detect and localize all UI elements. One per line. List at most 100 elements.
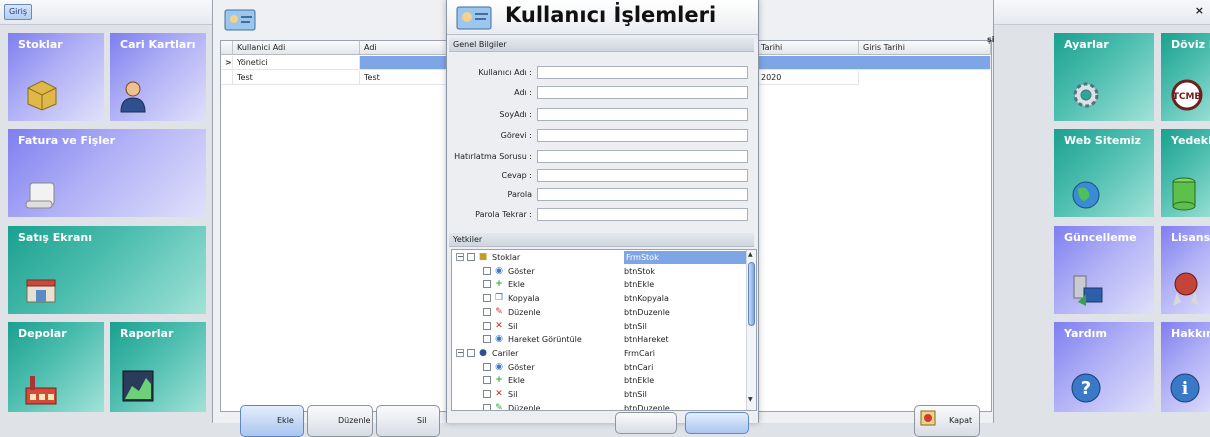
svg-text:?: ? xyxy=(1081,378,1091,399)
tile-guncelleme[interactable]: Güncelleme xyxy=(1054,226,1154,314)
reminder-question-field[interactable] xyxy=(537,150,748,163)
tile-hakkimizda[interactable]: Hakkımızd i xyxy=(1161,322,1210,412)
tile-ayarlar[interactable]: Ayarlar xyxy=(1054,33,1154,121)
tile-raporlar[interactable]: Raporlar xyxy=(110,322,206,412)
column-header[interactable]: Giris Tarihi xyxy=(859,41,991,55)
plus-icon: + xyxy=(495,375,503,386)
tile-label: Hakkımızd xyxy=(1171,327,1210,340)
tree-node-cariler[interactable]: − ● Cariler FrmCari xyxy=(452,347,744,361)
tree-node[interactable]: + Ekle btnEkle xyxy=(452,278,744,292)
tree-node[interactable]: ◉ Hareket Görüntüle btnHareket xyxy=(452,333,744,347)
name-field[interactable] xyxy=(537,86,748,99)
column-header[interactable]: Tarihi xyxy=(757,41,859,55)
tile-label: Lisans Bilg xyxy=(1171,231,1210,244)
tile-cari-kartlari[interactable]: Cari Kartları xyxy=(110,33,206,121)
tile-label: Raporlar xyxy=(120,327,174,340)
tile-label: Güncelleme xyxy=(1064,231,1137,244)
tree-node-label: Hareket Görüntüle xyxy=(508,335,582,345)
checkbox[interactable] xyxy=(483,335,491,344)
tile-web-sitemiz[interactable]: Web Sitemiz xyxy=(1054,129,1154,217)
checkbox[interactable] xyxy=(483,280,491,289)
certificate-icon xyxy=(1173,272,1199,306)
tile-doviz-kurlari[interactable]: Döviz Kurl TCMB xyxy=(1161,33,1210,121)
close-icon[interactable]: × xyxy=(1195,4,1204,17)
checkbox[interactable] xyxy=(483,403,491,410)
tree-node[interactable]: ❐ Kopyala btnKopyala xyxy=(452,292,744,306)
shop-icon xyxy=(26,279,56,303)
cell-username[interactable]: Test xyxy=(233,71,360,85)
scrollbar-thumb[interactable] xyxy=(748,262,755,326)
column-header[interactable]: Kullanici Adi xyxy=(233,41,360,55)
tile-lisans-bilgileri[interactable]: Lisans Bilg xyxy=(1161,226,1210,314)
username-field[interactable] xyxy=(537,66,748,79)
surname-field[interactable] xyxy=(537,108,748,121)
cell-date[interactable]: 2020 xyxy=(757,71,859,85)
tile-label: Ayarlar xyxy=(1064,38,1109,51)
checkbox[interactable] xyxy=(483,294,491,303)
tree-scrollbar[interactable]: ▲ ▼ xyxy=(746,250,756,410)
dialog-cancel-button[interactable] xyxy=(685,412,749,434)
checkbox[interactable] xyxy=(483,266,491,275)
row-marker: > xyxy=(221,56,233,70)
tree-node[interactable]: ✎ Düzenle btnDuzenle xyxy=(452,402,744,410)
giris-tab[interactable]: Giriş xyxy=(4,4,32,20)
role-field[interactable] xyxy=(537,129,748,142)
tree-node-stoklar[interactable]: − ■ Stoklar FrmStok xyxy=(452,251,746,265)
column-header[interactable]: Adi xyxy=(360,41,447,55)
box-icon xyxy=(27,80,57,111)
scroll-up-icon[interactable]: ▲ xyxy=(748,251,753,258)
checkbox[interactable] xyxy=(467,348,475,357)
button-label: Sil xyxy=(417,416,427,425)
cell-username[interactable]: Yönetici xyxy=(233,56,360,70)
tree-node[interactable]: ◉ Göster btnStok xyxy=(452,265,744,279)
tile-satis-ekrani[interactable]: Satış Ekranı xyxy=(8,226,206,314)
tree-node-label: Düzenle xyxy=(508,307,541,317)
tree-node[interactable]: ✕ Sil btnSil xyxy=(452,388,744,402)
tile-yardim[interactable]: Yardım ? xyxy=(1054,322,1154,412)
tree-node-label: Sil xyxy=(508,321,518,331)
user-operations-dialog: Kullanıcı İşlemleri Genel Bilgiler Kulla… xyxy=(446,0,759,434)
collapse-icon[interactable]: − xyxy=(456,348,464,357)
checkbox[interactable] xyxy=(483,307,491,316)
section-general-info: Genel Bilgiler xyxy=(449,38,754,52)
permissions-tree[interactable]: − ■ Stoklar FrmStok ◉ Göster btnStok + E… xyxy=(451,249,757,411)
view-icon: ◉ xyxy=(495,334,503,345)
tile-depolar[interactable]: Depolar xyxy=(8,322,104,412)
scroll-down-icon[interactable]: ▼ xyxy=(748,396,753,403)
tile-stoklar[interactable]: Stoklar xyxy=(8,33,104,121)
tile-label: Web Sitemiz xyxy=(1064,134,1141,147)
dialog-save-button[interactable] xyxy=(615,412,677,434)
tile-yedekleme[interactable]: Yedeklem xyxy=(1161,129,1210,217)
info-icon: i xyxy=(1170,373,1200,403)
delete-icon: ✕ xyxy=(495,389,503,399)
checkbox[interactable] xyxy=(483,362,491,371)
kapat-button[interactable]: Kapat xyxy=(914,405,980,437)
tree-node-code: FrmStok xyxy=(624,251,746,264)
collapse-icon[interactable]: − xyxy=(456,253,464,261)
cell-date[interactable] xyxy=(757,56,991,70)
tree-node[interactable]: ✕ Sil btnSil xyxy=(452,320,744,334)
duzenle-button[interactable]: Düzenle xyxy=(307,405,373,437)
answer-field[interactable] xyxy=(537,169,748,182)
tile-label: Döviz Kurl xyxy=(1171,38,1210,51)
checkbox[interactable] xyxy=(483,376,491,385)
box-icon: ■ xyxy=(478,252,488,262)
checkbox[interactable] xyxy=(467,253,475,261)
sil-button[interactable]: Sil xyxy=(376,405,440,437)
tree-node[interactable]: ◉ Göster btnCari xyxy=(452,361,744,375)
tree-node-label: Cariler xyxy=(492,348,519,358)
row-marker-empty xyxy=(221,71,233,85)
tree-node[interactable]: ✎ Düzenle btnDuzenle xyxy=(452,306,744,320)
tile-fatura-fisler[interactable]: Fatura ve Fişler xyxy=(8,129,206,217)
ekle-button[interactable]: Ekle xyxy=(240,405,304,437)
checkbox[interactable] xyxy=(483,390,491,398)
cell-name[interactable] xyxy=(360,56,447,70)
user-card-icon xyxy=(456,6,492,30)
tree-node[interactable]: + Ekle btnEkle xyxy=(452,374,744,388)
password-repeat-field[interactable] xyxy=(537,208,748,221)
checkbox[interactable] xyxy=(483,321,491,330)
column-header-fragment: şi xyxy=(987,35,995,44)
password-field[interactable] xyxy=(537,188,748,201)
cell-name[interactable]: Test xyxy=(360,71,447,85)
field-label-username: Kullanıcı Adı : xyxy=(478,68,532,77)
